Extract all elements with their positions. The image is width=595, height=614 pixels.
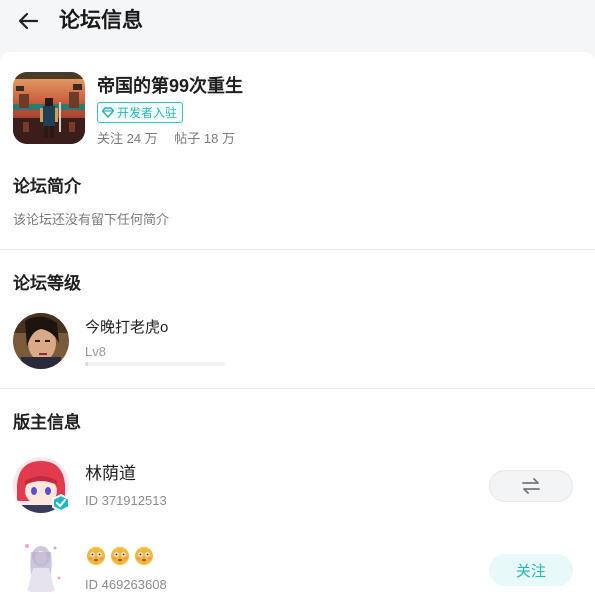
user-avatar[interactable] [13,313,69,369]
follow-button[interactable]: 关注 [489,554,573,586]
flushed-face-icon [111,547,129,565]
followers-count: 关注 24 万 [97,131,158,146]
moderator-id: ID 371912513 [85,493,167,508]
divider [0,388,595,389]
verified-badge-icon [52,493,70,513]
forum-name: 帝国的第99次重生 [97,76,244,96]
moderator-name-emojis [86,546,154,566]
forum-info-card: 帝国的第99次重生 开发者入驻 关注 24 万 帖子 18 万 论坛简介 该论坛… [0,52,595,614]
forum-header: 帝国的第99次重生 开发者入驻 关注 24 万 帖子 18 万 [13,72,583,152]
moderators-title: 版主信息 [13,413,81,432]
moderator-id: ID 469263608 [85,577,167,592]
header-bar: 论坛信息 [0,0,595,48]
flushed-face-icon [87,547,105,565]
page-title: 论坛信息 [59,9,143,32]
moderator-name: 林荫道 [85,464,136,483]
back-button[interactable] [14,8,42,34]
level-progress-fill [85,362,88,366]
developer-badge-label: 开发者入驻 [117,106,178,120]
moderator-avatar[interactable] [13,538,69,594]
intro-title: 论坛简介 [13,177,81,196]
level-progress-bar [85,362,225,366]
level-user-name: 今晚打老虎o [85,319,169,336]
posts-count: 帖子 18 万 [174,131,235,146]
swap-button[interactable] [489,470,573,502]
swap-icon [522,478,540,494]
moderator-avatar[interactable] [13,457,70,513]
forum-stats: 关注 24 万 帖子 18 万 [97,130,248,148]
forum-icon [13,72,85,144]
intro-text: 该论坛还没有留下任何简介 [13,212,170,227]
divider [0,249,595,250]
arrow-left-icon [18,12,39,30]
level-label: Lv8 [85,344,106,359]
flushed-face-icon [135,547,153,565]
level-title: 论坛等级 [13,274,81,293]
developer-badge: 开发者入驻 [97,102,184,123]
diamond-icon [102,107,114,118]
